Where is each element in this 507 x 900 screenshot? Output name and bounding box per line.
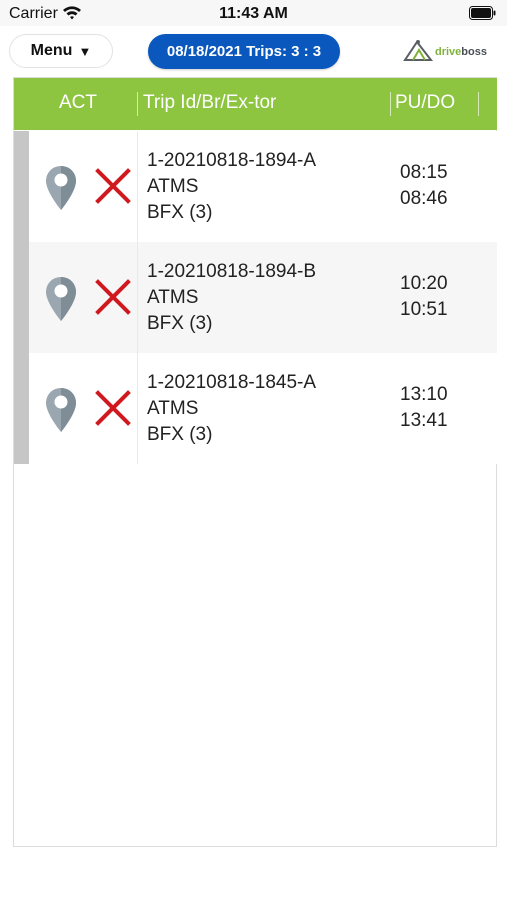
row-status-bar	[14, 353, 29, 464]
caret-down-icon: ▼	[78, 43, 92, 59]
logo-text: driveboss	[435, 46, 487, 58]
column-header-pudo: PU/DO	[395, 92, 456, 113]
trip-info: 1-20210818-1894-A ATMS BFX (3)	[147, 148, 316, 226]
menu-label: Menu	[30, 42, 73, 59]
trip-executor: BFX (3)	[147, 313, 213, 334]
trip-id: 1-20210818-1894-A	[147, 150, 317, 171]
trip-id: 1-20210818-1894-B	[147, 261, 317, 282]
dropoff-time: 13:41	[400, 410, 448, 431]
trips-summary-text: 08/18/2021 Trips: 3 : 3	[166, 43, 322, 60]
row-divider	[137, 131, 138, 242]
dropoff-time: 10:51	[400, 299, 448, 320]
map-pin-icon[interactable]	[44, 386, 78, 439]
header-divider	[478, 92, 479, 116]
table-row[interactable]: 1-20210818-1894-B ATMS BFX (3) 10:20 10:…	[14, 242, 497, 353]
table-row[interactable]: 1-20210818-1894-A ATMS BFX (3) 08:15 08:…	[14, 131, 497, 242]
trips-summary-pill[interactable]: 08/18/2021 Trips: 3 : 3	[148, 34, 340, 69]
table-header: ACT Trip Id/Br/Ex-tor PU/DO	[14, 78, 497, 130]
pickup-dropoff-times: 10:20 10:51	[400, 271, 448, 323]
clock: 11:43 AM	[219, 5, 288, 22]
dropoff-time: 08:46	[400, 188, 448, 209]
status-bar: Carrier 11:43 AM	[0, 0, 507, 26]
header-divider	[390, 92, 391, 116]
row-status-bar	[14, 131, 29, 242]
trip-executor: BFX (3)	[147, 424, 213, 445]
map-pin-icon[interactable]	[44, 275, 78, 328]
battery-icon	[469, 6, 497, 25]
menu-button[interactable]: Menu ▼	[9, 34, 113, 68]
table-row[interactable]: 1-20210818-1845-A ATMS BFX (3) 13:10 13:…	[14, 353, 497, 464]
trip-info: 1-20210818-1845-A ATMS BFX (3)	[147, 370, 316, 448]
cancel-x-icon[interactable]	[94, 389, 132, 432]
pickup-time: 13:10	[400, 384, 448, 405]
trip-executor: BFX (3)	[147, 202, 213, 223]
row-divider	[137, 242, 138, 353]
row-divider	[137, 353, 138, 464]
header-divider	[137, 92, 138, 116]
trip-broker: ATMS	[147, 398, 199, 419]
pickup-time: 10:20	[400, 273, 448, 294]
column-header-act: ACT	[59, 92, 97, 113]
row-status-bar	[14, 242, 29, 353]
trip-broker: ATMS	[147, 176, 199, 197]
logo-text-boss: boss	[461, 46, 487, 58]
column-header-trip: Trip Id/Br/Ex-tor	[143, 92, 277, 113]
pickup-dropoff-times: 13:10 13:41	[400, 382, 448, 434]
pickup-dropoff-times: 08:15 08:46	[400, 160, 448, 212]
logo-mark-icon	[403, 40, 434, 61]
map-pin-icon[interactable]	[44, 164, 78, 217]
logo-text-drive: drive	[435, 46, 462, 58]
top-bar: Menu ▼ 08/18/2021 Trips: 3 : 3 driveboss	[0, 26, 507, 76]
trip-id: 1-20210818-1845-A	[147, 372, 317, 393]
trip-info: 1-20210818-1894-B ATMS BFX (3)	[147, 259, 316, 337]
driveboss-logo: driveboss	[403, 38, 499, 64]
cancel-x-icon[interactable]	[94, 278, 132, 321]
pickup-time: 08:15	[400, 162, 448, 183]
trip-broker: ATMS	[147, 287, 199, 308]
cancel-x-icon[interactable]	[94, 167, 132, 210]
